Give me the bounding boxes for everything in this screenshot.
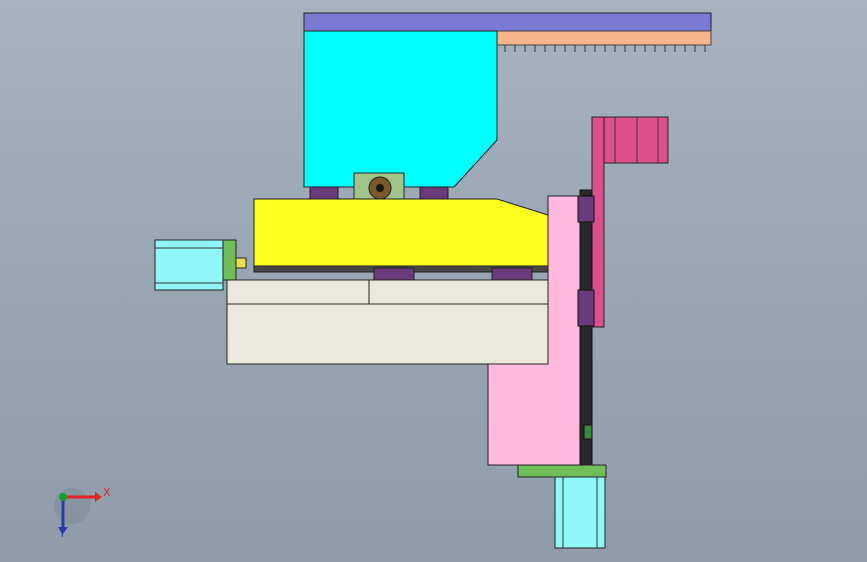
cad-model-canvas[interactable]: [0, 0, 867, 562]
comb-teeth: [504, 45, 706, 52]
top-rail[interactable]: [303, 12, 712, 32]
slider-block-left-top[interactable]: [309, 186, 339, 200]
gear-hub-icon: [376, 184, 384, 192]
axis-x-label: X: [103, 486, 111, 499]
slider-block-left-bottom[interactable]: [373, 267, 415, 281]
rail-carriage-lower[interactable]: [577, 289, 595, 327]
left-motor-mount[interactable]: [221, 239, 237, 281]
slider-block-right-top[interactable]: [419, 186, 449, 200]
axis-y-label: Y: [59, 527, 66, 540]
hopper[interactable]: [303, 30, 498, 188]
vertical-rail[interactable]: [579, 189, 593, 466]
comb-strip[interactable]: [496, 30, 712, 46]
base-block-upper[interactable]: [226, 279, 549, 305]
rail-carriage-upper[interactable]: [577, 195, 595, 223]
rail-sensor[interactable]: [583, 424, 593, 440]
bottom-motor-mount[interactable]: [517, 464, 607, 478]
base-block-lower[interactable]: [226, 303, 549, 365]
slider-block-right-bottom[interactable]: [491, 267, 533, 281]
left-coupling[interactable]: [235, 257, 247, 269]
cad-viewport[interactable]: [0, 0, 867, 562]
